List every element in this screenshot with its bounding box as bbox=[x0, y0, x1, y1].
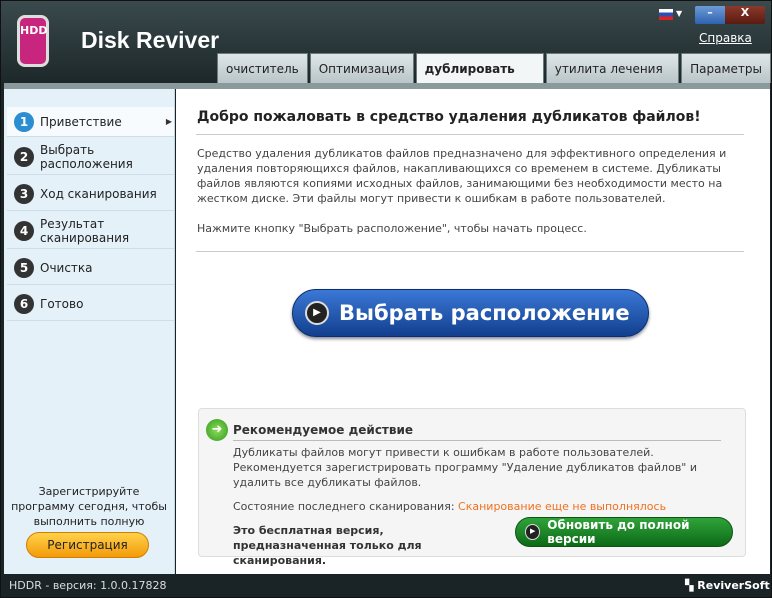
recommended-title: Рекомендуемое действие bbox=[233, 423, 414, 437]
status-value: Сканирование еще не выполнялось bbox=[458, 500, 667, 513]
play-icon: ▶ bbox=[305, 301, 329, 325]
logo-text: HDD bbox=[20, 24, 48, 37]
description: Средство удаления дубликатов файлов пред… bbox=[197, 147, 727, 205]
tab-optimization[interactable]: Оптимизация bbox=[309, 53, 414, 83]
recommended-action-box: ➜ Рекомендуемое действие Дубликаты файло… bbox=[198, 408, 746, 567]
version-label: HDDR - версия: 1.0.0.17828 bbox=[9, 579, 167, 592]
step-number-icon: 2 bbox=[14, 146, 34, 167]
recommended-text: Дубликаты файлов могут привести к ошибка… bbox=[233, 446, 698, 489]
step-cleanup[interactable]: 5 Очистка bbox=[7, 251, 174, 285]
step-label: Очистка bbox=[40, 260, 93, 275]
step-number-icon: 3 bbox=[14, 183, 34, 204]
divider bbox=[196, 134, 744, 135]
step-label: Готово bbox=[40, 296, 84, 311]
step-label: Выбрать расположения bbox=[40, 142, 133, 171]
chevron-right-icon: ▶ bbox=[165, 117, 172, 126]
tab-cleaner[interactable]: очиститель bbox=[217, 53, 308, 83]
language-flag-icon[interactable] bbox=[659, 9, 673, 20]
step-select-location[interactable]: 2 Выбрать расположения bbox=[7, 139, 174, 175]
language-dropdown-icon[interactable]: ▼ bbox=[676, 9, 682, 18]
select-location-button[interactable]: ▶ Выбрать расположение bbox=[292, 289, 649, 337]
upgrade-label: Обновить до полной версии bbox=[547, 518, 690, 546]
tab-settings[interactable]: Параметры bbox=[681, 53, 771, 83]
app-title: Disk Reviver bbox=[81, 27, 220, 53]
step-label: Ход сканирования bbox=[40, 186, 157, 201]
close-button[interactable]: X bbox=[725, 6, 765, 24]
step-number-icon: 5 bbox=[14, 257, 34, 278]
step-label: Приветствие bbox=[40, 114, 122, 129]
select-location-label: Выбрать расположение bbox=[339, 301, 630, 325]
status-label: Состояние последнего сканирования: bbox=[233, 500, 455, 513]
step-scan-results[interactable]: 4 Результат сканирования bbox=[7, 213, 174, 249]
app-logo: HDD bbox=[17, 15, 49, 67]
step-label: Результат сканирования bbox=[40, 216, 130, 245]
step-number-icon: 6 bbox=[14, 293, 34, 314]
upgrade-button[interactable]: ▶ Обновить до полной версии bbox=[515, 517, 733, 547]
step-done[interactable]: 6 Готово bbox=[7, 287, 174, 321]
free-version-note: Это бесплатная версия, предназначенная т… bbox=[233, 524, 422, 567]
main-tabs: очиститель Оптимизация дублировать Файлы… bbox=[217, 53, 771, 106]
register-button[interactable]: Регистрация bbox=[26, 532, 149, 558]
arrow-right-icon: ➜ bbox=[206, 419, 228, 441]
step-number-icon: 1 bbox=[14, 111, 34, 132]
play-icon: ▶ bbox=[525, 524, 541, 540]
tab-duplicate-files[interactable]: дублировать Файлы bbox=[415, 53, 544, 106]
step-welcome[interactable]: 1 Приветствие ▶ bbox=[7, 107, 174, 137]
tab-disk-repair[interactable]: утилита лечения диска bbox=[545, 53, 680, 106]
app-window: HDD Disk Reviver ▼ – X Справка очистител… bbox=[0, 0, 772, 598]
main-panel: Добро пожаловать в средство удаления дуб… bbox=[176, 89, 770, 574]
scan-status: Состояние последнего сканирования: Скани… bbox=[233, 500, 666, 513]
step-scan-progress[interactable]: 3 Ход сканирования bbox=[7, 177, 174, 211]
brand-logo: ▚ ReviverSoft bbox=[685, 579, 770, 592]
divider bbox=[196, 251, 744, 252]
start-prompt: Нажмите кнопку "Выбрать расположение", ч… bbox=[197, 222, 587, 235]
brand-name: ReviverSoft bbox=[697, 579, 770, 592]
page-title: Добро пожаловать в средство удаления дуб… bbox=[197, 109, 701, 125]
divider bbox=[233, 440, 721, 441]
help-link[interactable]: Справка bbox=[699, 31, 752, 45]
minimize-button[interactable]: – bbox=[695, 6, 725, 24]
step-number-icon: 4 bbox=[14, 220, 34, 241]
